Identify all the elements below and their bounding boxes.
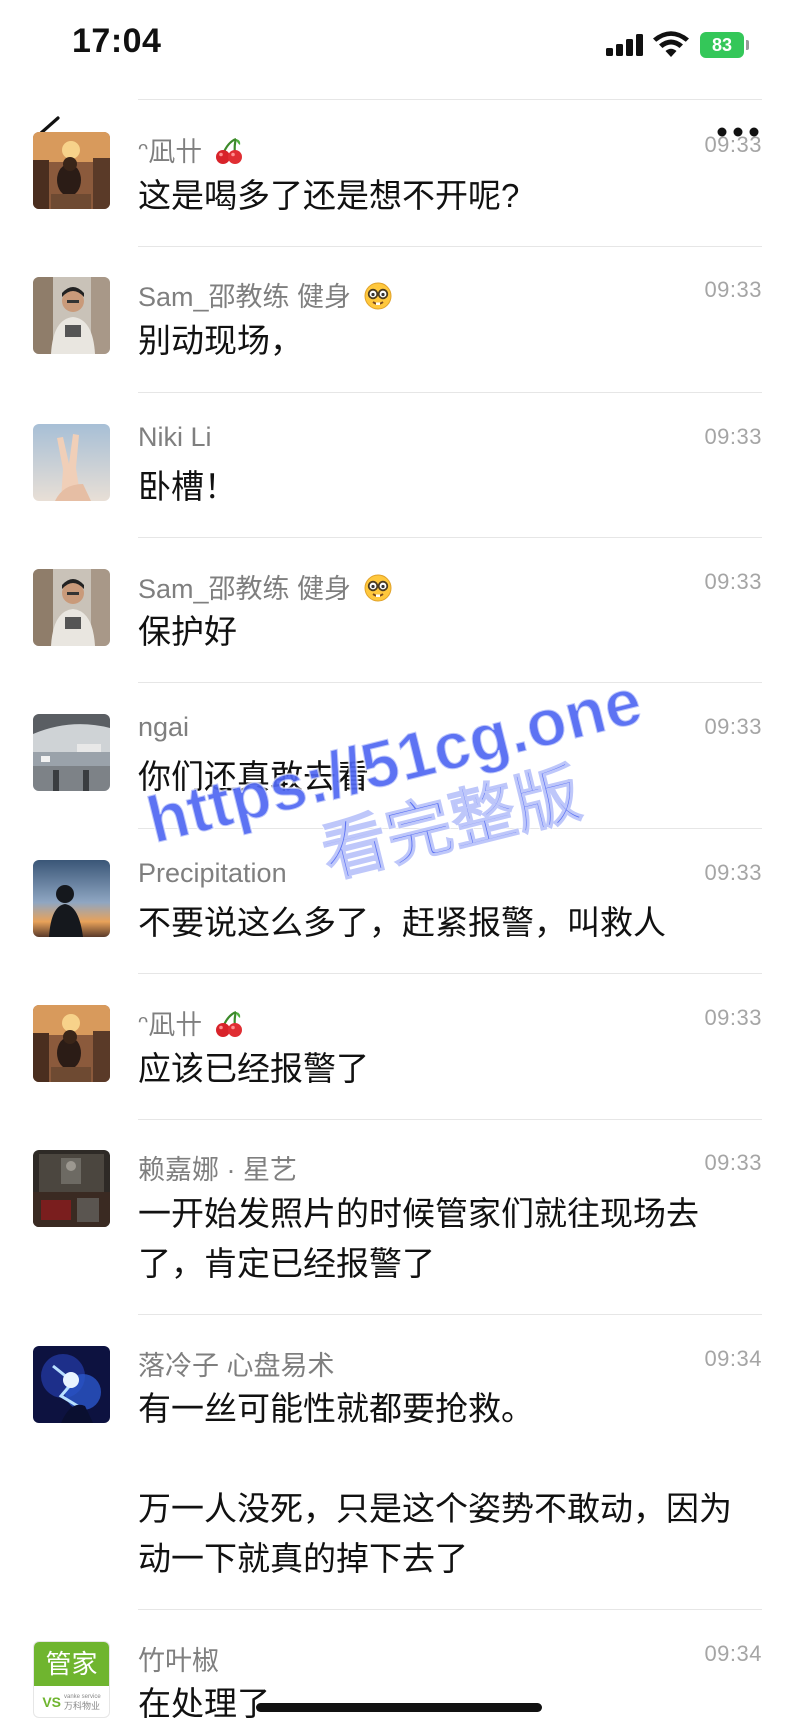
message-item[interactable]: Sam_邵教练 健身 09:33 保护好 [0,537,800,682]
message-text: 有一丝可能性就都要抢救。 万一人没死，只是这个姿势不敢动，因为 动一下就真的掉下… [138,1390,732,1577]
sender-name: 赖嘉娜 · 星艺 [138,1148,297,1187]
avatar[interactable] [33,1346,110,1423]
sender-name-text: Niki Li [138,422,212,452]
sender-name-text: Precipitation [138,858,287,888]
sender-name-text: ᵔ凪卄 [138,1010,203,1040]
sender-name: Niki Li [138,422,212,453]
cherry-emoji-icon [215,137,242,164]
message-time: 09:33 [704,132,762,157]
battery-tip [746,40,749,50]
sender-name: Sam_邵教练 健身 [138,567,393,606]
avatar[interactable] [33,132,110,209]
avatar[interactable] [33,277,110,354]
avatar[interactable] [33,860,110,937]
message-time: 09:33 [704,424,762,449]
avatar[interactable] [33,714,110,791]
message-text: 这是喝多了还是想不开呢? [138,177,520,214]
battery-level: 83 [700,32,744,58]
avatar[interactable]: 管家 VS vanke service 万科物业 [33,1641,110,1718]
message-item[interactable]: ᵔ凪卄 09:33 应该已经报警了 [0,973,800,1119]
home-indicator [256,1703,542,1712]
message-text: 不要说这么多了，赶紧报警，叫救人 [138,904,666,941]
message-text: 别动现场， [138,322,303,359]
sender-name: 落冷子 心盘易术 [138,1344,335,1383]
avatar[interactable] [33,1005,110,1082]
nerd-face-emoji-icon [364,574,392,602]
sender-name: 竹叶椒 [138,1639,219,1678]
message-text: 卧槽！ [138,468,237,505]
sender-name: Sam_邵教练 健身 [138,275,393,314]
battery-icon: 83 [700,32,750,58]
message-item[interactable]: Precipitation 09:33 不要说这么多了，赶紧报警，叫救人 [0,828,800,973]
message-text: 一开始发照片的时候管家们就往现场去 了，肯定已经报警了 [138,1195,699,1282]
message-time: 09:33 [704,860,762,885]
sender-name: ngai [138,712,189,743]
status-time: 17:04 [72,22,162,60]
avatar[interactable] [33,424,110,501]
sender-name-text: Sam_邵教练 健身 [138,282,352,312]
sender-name-text: Sam_邵教练 健身 [138,574,352,604]
message-item[interactable]: ᵔ凪卄 09:33 这是喝多了还是想不开呢? [0,100,800,246]
sender-name: ᵔ凪卄 [138,1003,244,1042]
message-text: 你们还真敢去看 [138,758,369,795]
sender-name-text: 竹叶椒 [138,1646,219,1676]
message-time: 09:33 [704,714,762,739]
message-item[interactable]: ngai 09:33 你们还真敢去看 [0,682,800,828]
avatar-brand-text: vanke service 万科物业 [64,1693,101,1711]
sender-name: ᵔ凪卄 [138,130,244,169]
avatar[interactable] [33,569,110,646]
message-time: 09:33 [704,277,762,302]
message-item[interactable]: 赖嘉娜 · 星艺 09:33 一开始发照片的时候管家们就往现场去 了，肯定已经报… [0,1119,800,1314]
avatar[interactable] [33,1150,110,1227]
sender-name: Precipitation [138,858,287,889]
cellular-signal-icon [606,34,644,56]
message-item[interactable]: Sam_邵教练 健身 09:33 别动现场， [0,246,800,392]
vanke-logo-icon: VS [42,1694,61,1710]
sender-name-text: ngai [138,712,190,742]
avatar-badge-label: 管家 [34,1642,109,1686]
sender-name-text: 赖嘉娜 · 星艺 [138,1155,297,1185]
message-time: 09:34 [704,1641,762,1666]
message-time: 09:33 [704,569,762,594]
message-item[interactable]: 管家 VS vanke service 万科物业 竹叶椒 09:34 在处理了 [0,1609,800,1733]
sender-name-text: ᵔ凪卄 [138,137,203,167]
wifi-icon [653,31,689,57]
message-time: 09:34 [704,1346,762,1371]
cherry-emoji-icon [215,1010,242,1037]
nerd-face-emoji-icon [364,282,392,310]
message-time: 09:33 [704,1005,762,1030]
message-text: 保护好 [138,613,237,650]
avatar-brand-cn: 万科物业 [64,1701,101,1711]
message-text: 应该已经报警了 [138,1050,369,1087]
status-bar: 17:04 83 [0,0,800,100]
avatar-brand-row: VS vanke service 万科物业 [34,1686,109,1717]
message-item[interactable]: 落冷子 心盘易术 09:34 有一丝可能性就都要抢救。 万一人没死，只是这个姿势… [0,1314,800,1609]
sender-name-text: 落冷子 心盘易术 [138,1351,335,1381]
message-item[interactable]: Niki Li 09:33 卧槽！ [0,392,800,537]
message-time: 09:33 [704,1150,762,1175]
